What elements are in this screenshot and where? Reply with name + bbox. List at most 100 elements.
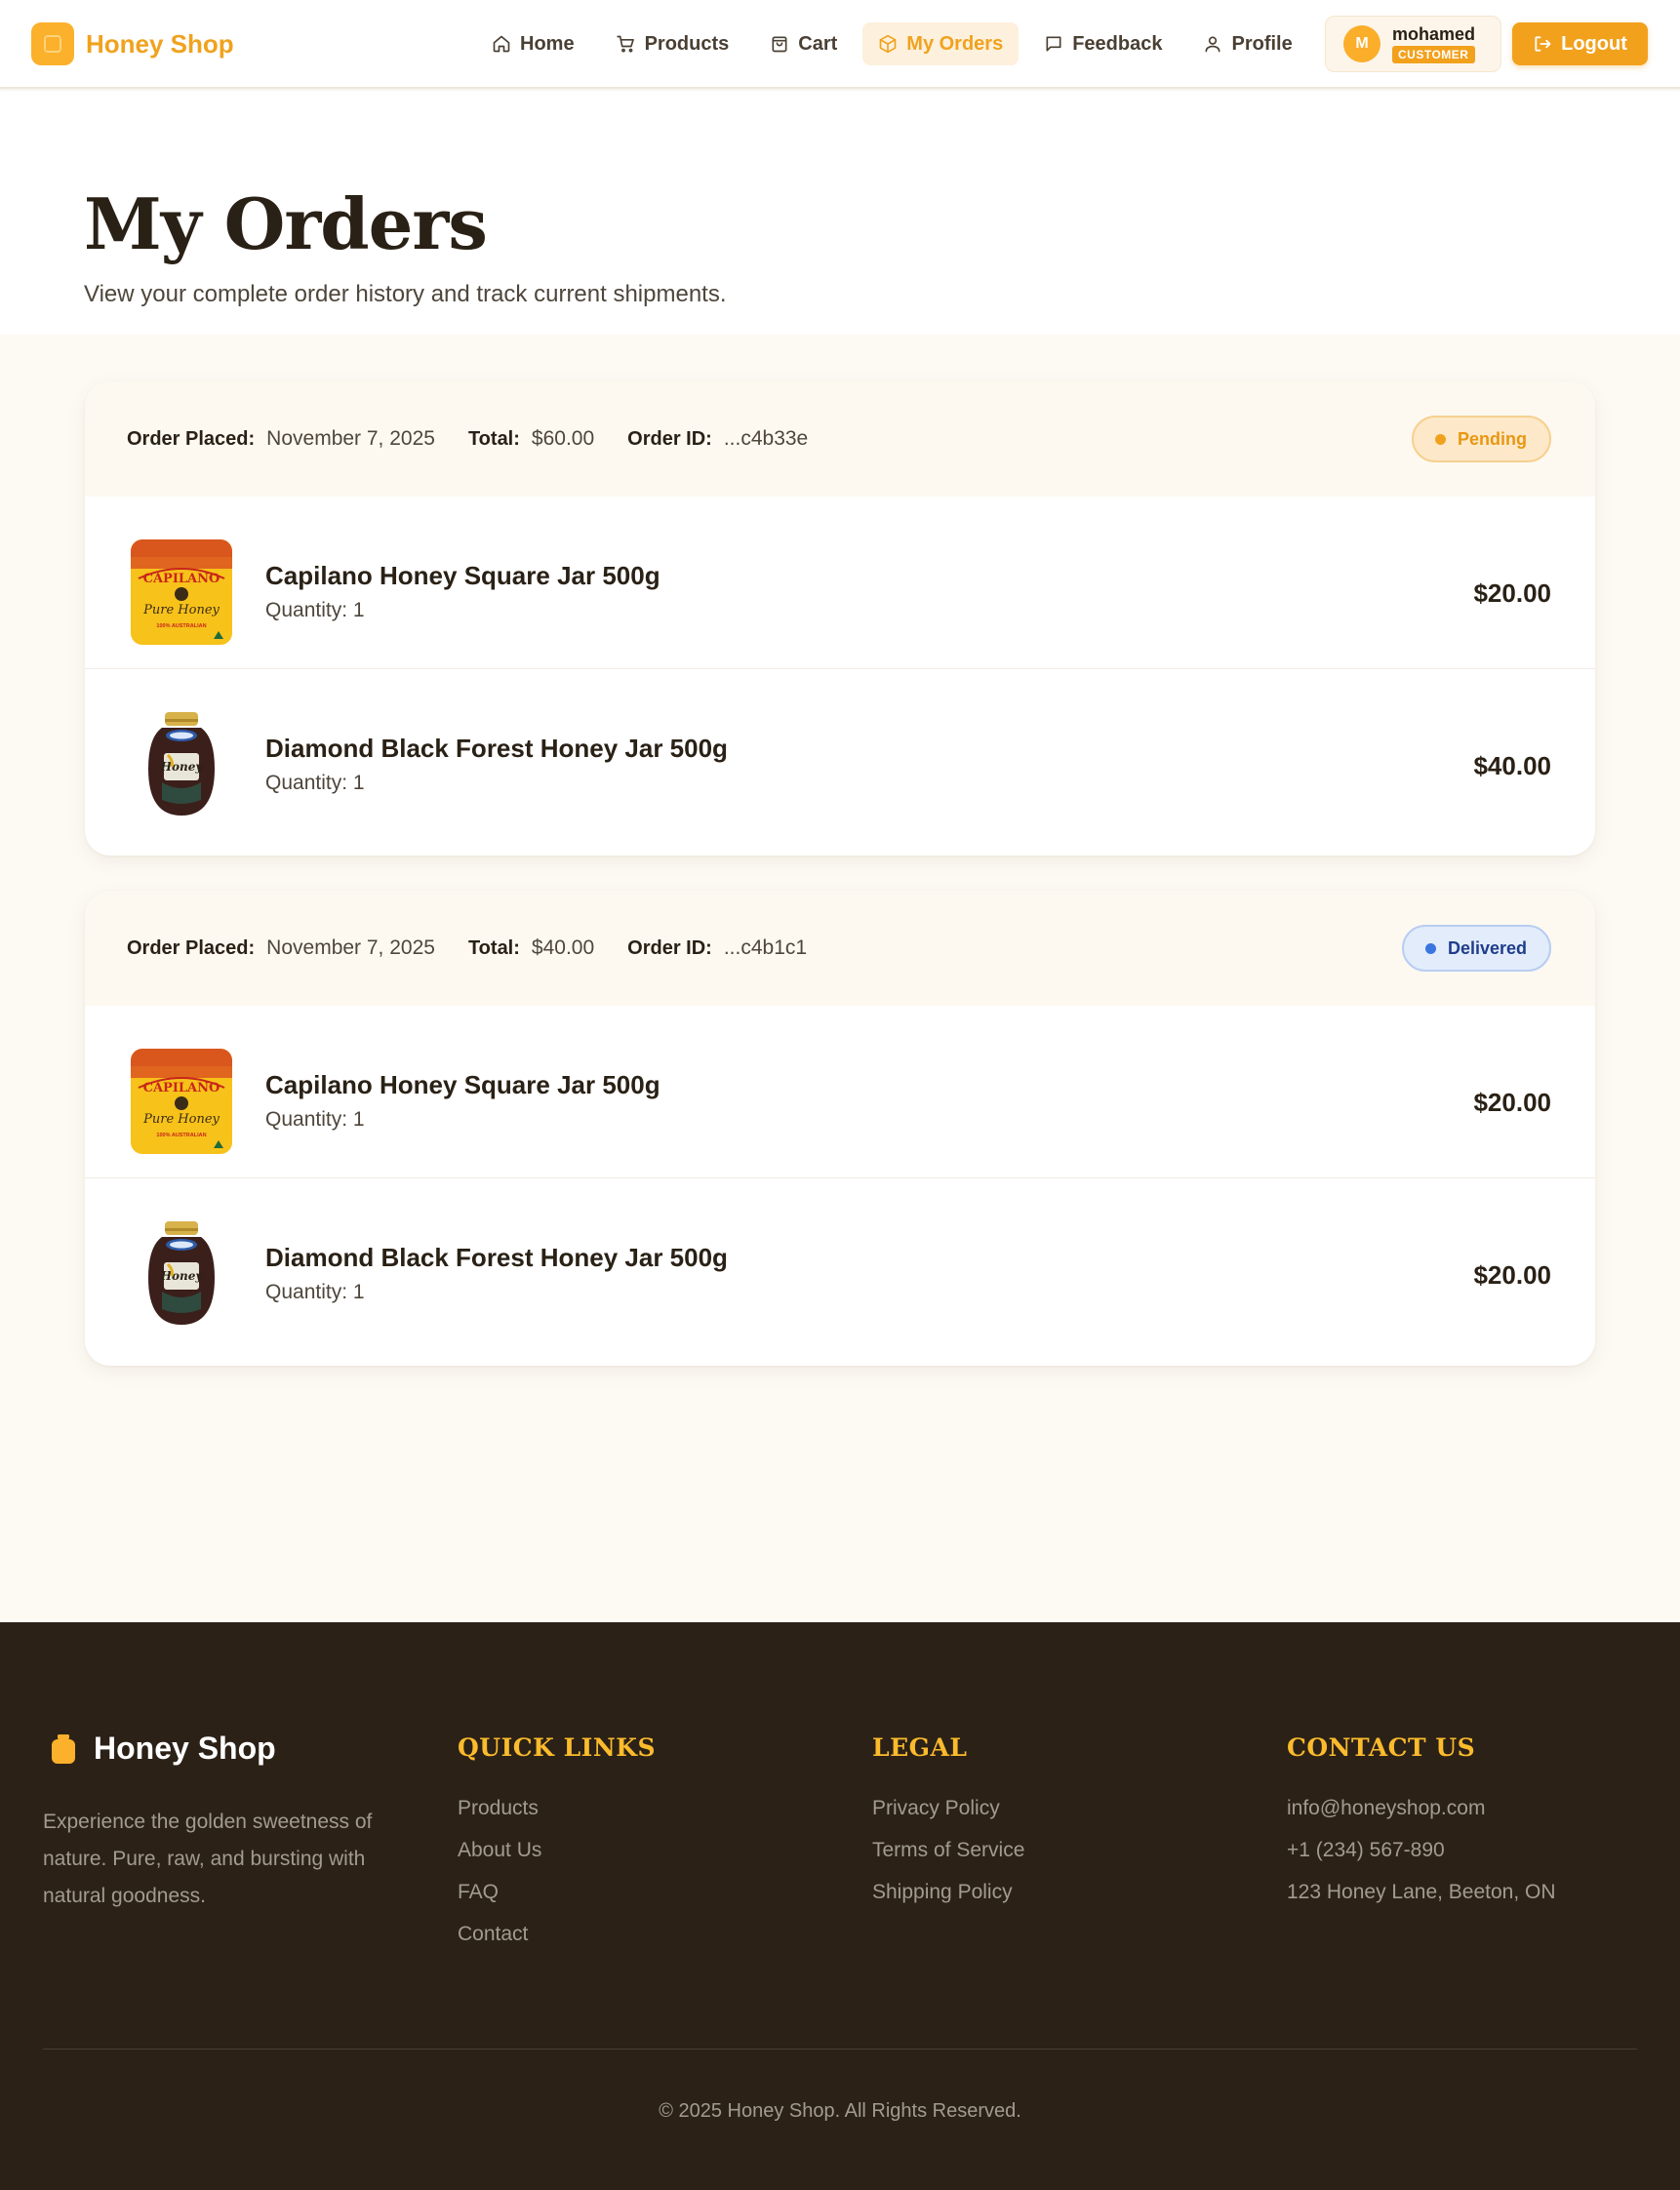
svg-text:Honey: Honey	[160, 760, 204, 774]
copyright: © 2025 Honey Shop. All Rights Reserved.	[659, 2100, 1021, 2122]
product-quantity: Quantity: 1	[265, 772, 365, 794]
footer-link-faq[interactable]: FAQ	[458, 1871, 656, 1913]
order-item: CAPILANO Pure Honey 100% AUSTRALIAN Capi…	[85, 497, 1595, 668]
footer-heading: QUICK LINKS	[458, 1733, 657, 1762]
order-id-value: ...c4b33e	[723, 427, 809, 450]
svg-text:100% AUSTRALIAN: 100% AUSTRALIAN	[156, 1133, 206, 1138]
logout-label: Logout	[1561, 32, 1627, 55]
footer-contact-address: 123 Honey Lane, Beeton, ON	[1287, 1881, 1556, 1903]
footer-contact-phone[interactable]: +1 (234) 567-890	[1287, 1829, 1556, 1871]
page-title: My Orders	[84, 182, 488, 265]
user-menu[interactable]: M mohamed CUSTOMER	[1325, 16, 1501, 72]
product-quantity: Quantity: 1	[265, 1108, 365, 1131]
top-navbar: Honey Shop Home Products Cart My Orders …	[0, 0, 1680, 89]
status-label: Pending	[1458, 428, 1527, 449]
page-subtitle: View your complete order history and tra…	[84, 281, 727, 307]
footer-contact-email[interactable]: info@honeyshop.com	[1287, 1787, 1556, 1829]
nav-item-cart[interactable]: Cart	[754, 22, 853, 65]
brand-name: Honey Shop	[86, 28, 234, 59]
nav-item-products[interactable]: Products	[600, 22, 745, 65]
footer-link-contact[interactable]: Contact	[458, 1913, 656, 1955]
svg-text:Honey: Honey	[160, 1269, 204, 1283]
product-price: $20.00	[1473, 1088, 1551, 1117]
product-price: $40.00	[1473, 751, 1551, 780]
order-card: Order Placed: November 7, 2025 Total: $6…	[85, 381, 1595, 856]
svg-text:Pure Honey: Pure Honey	[142, 1112, 220, 1127]
user-icon	[1205, 36, 1220, 53]
footer-divider	[43, 2049, 1637, 2050]
order-total-label: Total:	[467, 427, 520, 450]
nav-item-label: Profile	[1231, 32, 1293, 55]
order-total-value: $40.00	[531, 936, 595, 959]
order-item: CAPILANO Pure Honey 100% AUSTRALIAN Capi…	[85, 1006, 1595, 1177]
product-name: Capilano Honey Square Jar 500g	[265, 1070, 660, 1099]
footer-legal: LEGAL Privacy Policy Terms of Service Sh…	[872, 1731, 1024, 1913]
black-forest-jar-image: Honey	[148, 1221, 215, 1325]
order-header: Order Placed: November 7, 2025 Total: $4…	[85, 891, 1595, 1006]
svg-text:Pure Honey: Pure Honey	[142, 603, 220, 617]
honey-jar-icon	[52, 1733, 75, 1764]
product-price: $20.00	[1473, 578, 1551, 608]
nav-item-home[interactable]: Home	[476, 22, 590, 65]
nav-item-feedback[interactable]: Feedback	[1028, 22, 1178, 65]
nav-item-label: Products	[644, 32, 730, 55]
order-item: Honey Diamond Black Forest Honey Jar 500…	[85, 1177, 1595, 1349]
bag-icon	[772, 36, 787, 53]
svg-text:CAPILANO: CAPILANO	[143, 572, 220, 586]
avatar: M	[1343, 25, 1380, 62]
footer-quick-links: QUICK LINKS Products About Us FAQ Contac…	[458, 1731, 656, 1955]
nav-item-my-orders[interactable]: My Orders	[862, 22, 1020, 65]
product-name: Capilano Honey Square Jar 500g	[265, 561, 660, 590]
footer-link-terms[interactable]: Terms of Service	[872, 1829, 1024, 1871]
logout-button[interactable]: Logout	[1512, 22, 1648, 65]
status-dot-icon	[1435, 433, 1446, 445]
nav-item-profile[interactable]: Profile	[1187, 22, 1307, 65]
home-icon	[493, 35, 510, 53]
user-role-badge: CUSTOMER	[1392, 46, 1476, 63]
capilano-jar-image: CAPILANO Pure Honey 100% AUSTRALIAN	[131, 1049, 232, 1154]
chat-icon	[1046, 36, 1061, 52]
cart-icon	[616, 35, 634, 53]
nav-item-label: Feedback	[1072, 32, 1163, 55]
status-dot-icon	[1424, 942, 1436, 954]
footer-description: Experience the golden sweetness of natur…	[43, 1811, 373, 1907]
black-forest-jar-image: Honey	[148, 712, 215, 816]
status-badge: Pending	[1412, 416, 1551, 462]
order-item: Honey Diamond Black Forest Honey Jar 500…	[85, 668, 1595, 840]
order-id-label: Order ID:	[627, 936, 712, 959]
honey-jar-logo-icon	[31, 22, 74, 65]
capilano-jar-image: CAPILANO Pure Honey 100% AUSTRALIAN	[131, 539, 232, 645]
footer-link-shipping[interactable]: Shipping Policy	[872, 1871, 1024, 1913]
brand-link[interactable]: Honey Shop	[31, 22, 234, 65]
product-price: $20.00	[1473, 1260, 1551, 1290]
main-nav: Home Products Cart My Orders Feedback Pr…	[476, 22, 1318, 65]
order-id-label: Order ID:	[627, 427, 712, 450]
footer-heading: CONTACT US	[1287, 1733, 1476, 1762]
nav-item-label: My Orders	[906, 32, 1004, 55]
logout-icon	[1535, 36, 1551, 52]
svg-text:100% AUSTRALIAN: 100% AUSTRALIAN	[156, 623, 206, 629]
product-name: Diamond Black Forest Honey Jar 500g	[265, 734, 728, 763]
product-quantity: Quantity: 1	[265, 599, 365, 621]
footer-brand-name: Honey Shop	[94, 1731, 276, 1766]
footer-brand: Honey Shop	[51, 1731, 276, 1767]
footer-contact: CONTACT US info@honeyshop.com +1 (234) 5…	[1287, 1731, 1556, 1913]
product-name: Diamond Black Forest Honey Jar 500g	[265, 1243, 728, 1272]
order-placed-date: November 7, 2025	[266, 936, 435, 959]
order-card: Order Placed: November 7, 2025 Total: $4…	[85, 891, 1595, 1366]
nav-item-label: Cart	[798, 32, 838, 55]
box-icon	[879, 34, 897, 54]
order-placed-label: Order Placed:	[127, 936, 256, 959]
site-footer: Honey Shop Experience the golden sweetne…	[0, 1622, 1680, 2190]
nav-item-label: Home	[520, 32, 575, 55]
order-id-value: ...c4b1c1	[723, 936, 808, 959]
status-label: Delivered	[1447, 937, 1527, 958]
order-total-value: $60.00	[531, 427, 595, 450]
svg-text:CAPILANO: CAPILANO	[143, 1081, 220, 1095]
order-header: Order Placed: November 7, 2025 Total: $6…	[85, 381, 1595, 497]
footer-link-privacy[interactable]: Privacy Policy	[872, 1787, 1024, 1829]
footer-link-products[interactable]: Products	[458, 1787, 656, 1829]
product-quantity: Quantity: 1	[265, 1281, 365, 1303]
footer-link-about[interactable]: About Us	[458, 1829, 656, 1871]
order-total-label: Total:	[467, 936, 520, 959]
